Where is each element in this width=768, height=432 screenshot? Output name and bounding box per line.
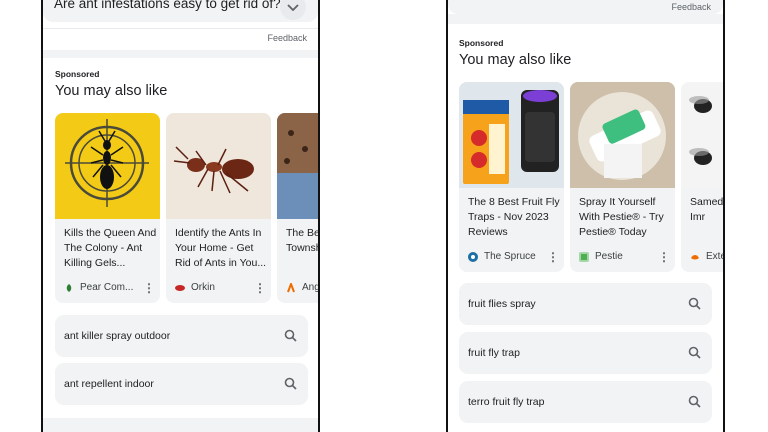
red-ant-image (173, 146, 254, 194)
ad-source-name: Exte (706, 251, 725, 262)
feedback-link[interactable]: Feedback (671, 2, 711, 12)
ad-source-name: Orkin (191, 282, 215, 293)
expand-button[interactable] (280, 0, 306, 20)
ants-on-ground-image (277, 113, 318, 219)
ad-source: Pestie (579, 251, 623, 262)
related-search-text: fruit fly trap (468, 347, 520, 359)
flame-logo-icon (691, 254, 699, 259)
ad-title: Samed Fruit Fl For Imr (690, 196, 724, 223)
related-search-item[interactable]: terro fruit fly trap (459, 381, 712, 423)
feedback-link[interactable]: Feedback (267, 33, 307, 43)
section-title: You may also like (55, 83, 168, 99)
sponsored-label: Sponsored (459, 38, 504, 48)
section-gap (43, 50, 318, 58)
faq-item[interactable]: Are ant infestations easy to get rid of? (43, 0, 318, 22)
fruit-flies-image (689, 96, 712, 165)
ant-target-image (65, 119, 149, 207)
related-search-item[interactable]: ant killer spray outdoor (55, 315, 308, 357)
ad-source: Orkin (175, 282, 215, 293)
pestie-spray-image (570, 82, 675, 188)
ad-source-name: The Spruce (484, 251, 536, 262)
divider (43, 28, 318, 29)
ad-source-name: Pear Com... (80, 282, 134, 293)
ad-card-the-spruce[interactable]: The 8 Best Fruit Fly Traps - Nov 2023 Re… (459, 82, 564, 272)
faq-card: Are ant infestations easy to get rid of?… (43, 0, 318, 50)
sponsored-label: Sponsored (55, 69, 100, 79)
spruce-logo-icon (468, 251, 478, 262)
section-gap (43, 418, 318, 432)
related-search-item[interactable]: fruit flies spray (459, 283, 712, 325)
ad-title: Spray It Yourself With Pestie® - Try Pes… (579, 196, 664, 238)
more-options-icon[interactable]: ⋮ (658, 250, 670, 264)
related-search-item[interactable]: fruit fly trap (459, 332, 712, 374)
ad-card-extermination[interactable]: Samed Fruit Fl For Imr Exte (681, 82, 725, 272)
search-icon (688, 297, 701, 310)
ad-image (681, 82, 723, 188)
ad-title: The 8 Best Fruit Fly Traps - Nov 2023 Re… (468, 196, 560, 238)
ad-title: The Bes Hopew Townsh (286, 227, 320, 254)
pestie-logo-icon (579, 251, 589, 262)
section-gap (448, 14, 723, 24)
leaf-icon (66, 283, 72, 292)
ad-image (459, 82, 564, 188)
orkin-logo-icon (175, 284, 185, 291)
ad-source: Pear Com... (64, 282, 133, 293)
ad-title: Identify the Ants In Your Home - Get Rid… (175, 227, 267, 269)
screenshot-stage: Are ant infestations easy to get rid of?… (0, 0, 768, 432)
chevron-down-icon (287, 4, 299, 11)
faq-question: Are ant infestations easy to get rid of? (54, 0, 281, 11)
search-icon (688, 346, 701, 359)
ad-source: Ang (286, 282, 320, 293)
more-options-icon[interactable]: ⋮ (547, 250, 559, 264)
ad-card-pestie[interactable]: Spray It Yourself With Pestie® - Try Pes… (570, 82, 675, 272)
ad-card-angi[interactable]: The Bes Hopew Townsh Ang (277, 113, 320, 303)
ad-source: The Spruce (468, 251, 536, 262)
related-search-text: fruit flies spray (468, 298, 536, 310)
ad-image (55, 113, 160, 219)
related-search-text: ant repellent indoor (64, 378, 154, 390)
left-phone-screen: Are ant infestations easy to get rid of?… (41, 0, 320, 432)
ad-card-pear[interactable]: Kills the Queen And The Colony - Ant Kil… (55, 113, 160, 303)
right-phone-screen: Feedback Sponsored You may also like The… (446, 0, 725, 432)
fruit-fly-trap-image (459, 82, 564, 188)
ad-source: Exte (690, 251, 725, 262)
related-search-item[interactable]: ant repellent indoor (55, 363, 308, 405)
ad-title: Kills the Queen And The Colony - Ant Kil… (64, 227, 157, 269)
related-search-text: ant killer spray outdoor (64, 330, 171, 342)
ad-image (570, 82, 675, 188)
search-icon (284, 377, 297, 390)
angi-logo-icon (287, 282, 295, 292)
search-icon (688, 395, 701, 408)
search-icon (284, 329, 297, 342)
faq-card-bottom: Feedback (448, 0, 723, 14)
section-title: You may also like (459, 52, 572, 68)
more-options-icon[interactable]: ⋮ (143, 281, 155, 295)
ad-source-name: Ang (302, 282, 320, 293)
ad-image (277, 113, 318, 219)
ad-card-orkin[interactable]: Identify the Ants In Your Home - Get Rid… (166, 113, 271, 303)
ad-image (166, 113, 271, 219)
more-options-icon[interactable]: ⋮ (254, 281, 266, 295)
related-search-text: terro fruit fly trap (468, 396, 545, 408)
ad-source-name: Pestie (595, 251, 623, 262)
